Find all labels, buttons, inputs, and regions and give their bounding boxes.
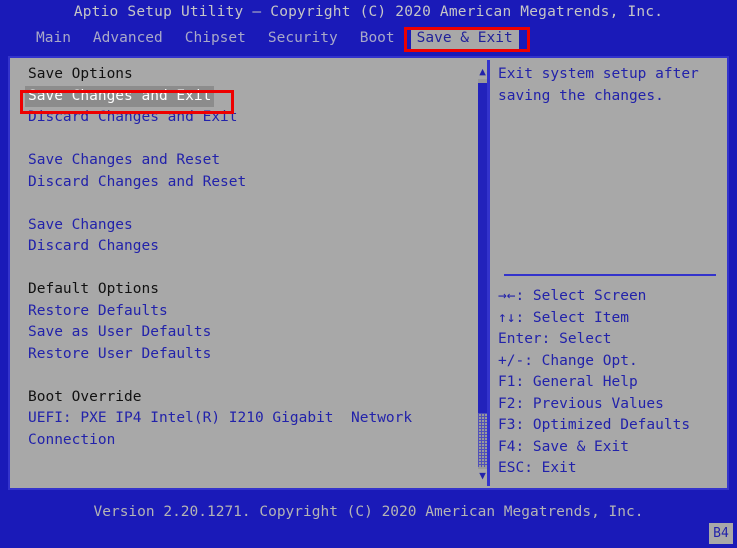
bios-setup-screen: Aptio Setup Utility – Copyright (C) 2020… <box>0 0 737 548</box>
key-legend: →←: Select Screen ↑↓: Select Item Enter: S… <box>498 286 727 480</box>
section-header-boot-override: Boot Override <box>28 388 142 405</box>
option-item-restore-defaults[interactable]: Restore Defaults <box>28 301 482 323</box>
legend-row: ↑↓: Select Item <box>498 309 629 326</box>
scrollbar-thumb[interactable] <box>478 83 487 413</box>
option-item-uefi-pxe-ip4-intel-r-i210-gigabit-networ[interactable]: UEFI: PXE IP4 Intel(R) I210 Gigabit Netw… <box>28 408 482 430</box>
option-item-save-changes[interactable]: Save Changes <box>28 215 482 237</box>
option-item-discard-changes-and-exit[interactable]: Discard Changes and Exit <box>28 107 482 129</box>
menu-item-save-exit[interactable]: Save & Exit <box>410 27 519 49</box>
help-divider <box>504 274 716 276</box>
help-panel: Exit system setup after saving the change… <box>494 58 727 488</box>
section-header-default-options: Default Options <box>28 281 159 297</box>
option-item-connection[interactable]: Connection <box>28 430 482 452</box>
menu-item-chipset[interactable]: Chipset <box>179 28 252 49</box>
help-line: Exit system setup after <box>498 66 699 82</box>
option-item-discard-changes-and-reset[interactable]: Discard Changes and Reset <box>28 172 482 194</box>
scrollbar-track[interactable] <box>478 79 487 469</box>
option-item-save-changes-and-exit[interactable]: Save Changes and Exit <box>25 85 215 107</box>
page-title: Aptio Setup Utility – Copyright (C) 2020… <box>73 4 664 20</box>
help-text: Exit system setup after saving the change… <box>498 64 723 107</box>
legend-row: ESC: Exit <box>498 460 577 476</box>
section-header-save-options: Save Options <box>28 66 133 82</box>
spacer-row <box>28 258 482 280</box>
menu-item-boot[interactable]: Boot <box>354 28 401 49</box>
legend-row: +/-: Change Opt. <box>498 352 638 369</box>
help-line: saving the changes. <box>498 87 664 104</box>
spacer-row <box>28 365 482 387</box>
legend-row: F3: Optimized Defaults <box>498 417 691 433</box>
panel-divider <box>487 60 490 486</box>
option-item-discard-changes[interactable]: Discard Changes <box>28 236 482 258</box>
legend-row: Enter: Select <box>498 331 612 347</box>
menu-item-security[interactable]: Security <box>262 28 344 49</box>
legend-row: F2: Previous Values <box>498 395 664 412</box>
spacer-row <box>28 129 482 151</box>
menu-bar: Main Advanced Chipset Security Boot Save & Ex… <box>0 26 737 50</box>
menu-item-advanced[interactable]: Advanced <box>87 28 169 49</box>
corner-badge: B4 <box>709 523 733 544</box>
option-item-save-as-user-defaults[interactable]: Save as User Defaults <box>28 322 482 344</box>
main-frame: Save Options Save Changes and Exit Discard… <box>8 56 729 490</box>
legend-row: F1: General Help <box>498 374 638 390</box>
option-item-restore-user-defaults[interactable]: Restore User Defaults <box>28 344 482 366</box>
spacer-row <box>28 193 482 215</box>
legend-row: →←: Select Screen <box>498 288 647 304</box>
options-panel: Save Options Save Changes and Exit Discard… <box>10 58 482 488</box>
legend-row: F4: Save & Exit <box>498 438 629 455</box>
footer-version: Version 2.20.1271. Copyright (C) 2020 Am… <box>93 504 644 520</box>
scrollbar-texture <box>478 413 487 467</box>
menu-item-main[interactable]: Main <box>30 28 77 49</box>
option-item-save-changes-and-reset[interactable]: Save Changes and Reset <box>28 150 482 172</box>
